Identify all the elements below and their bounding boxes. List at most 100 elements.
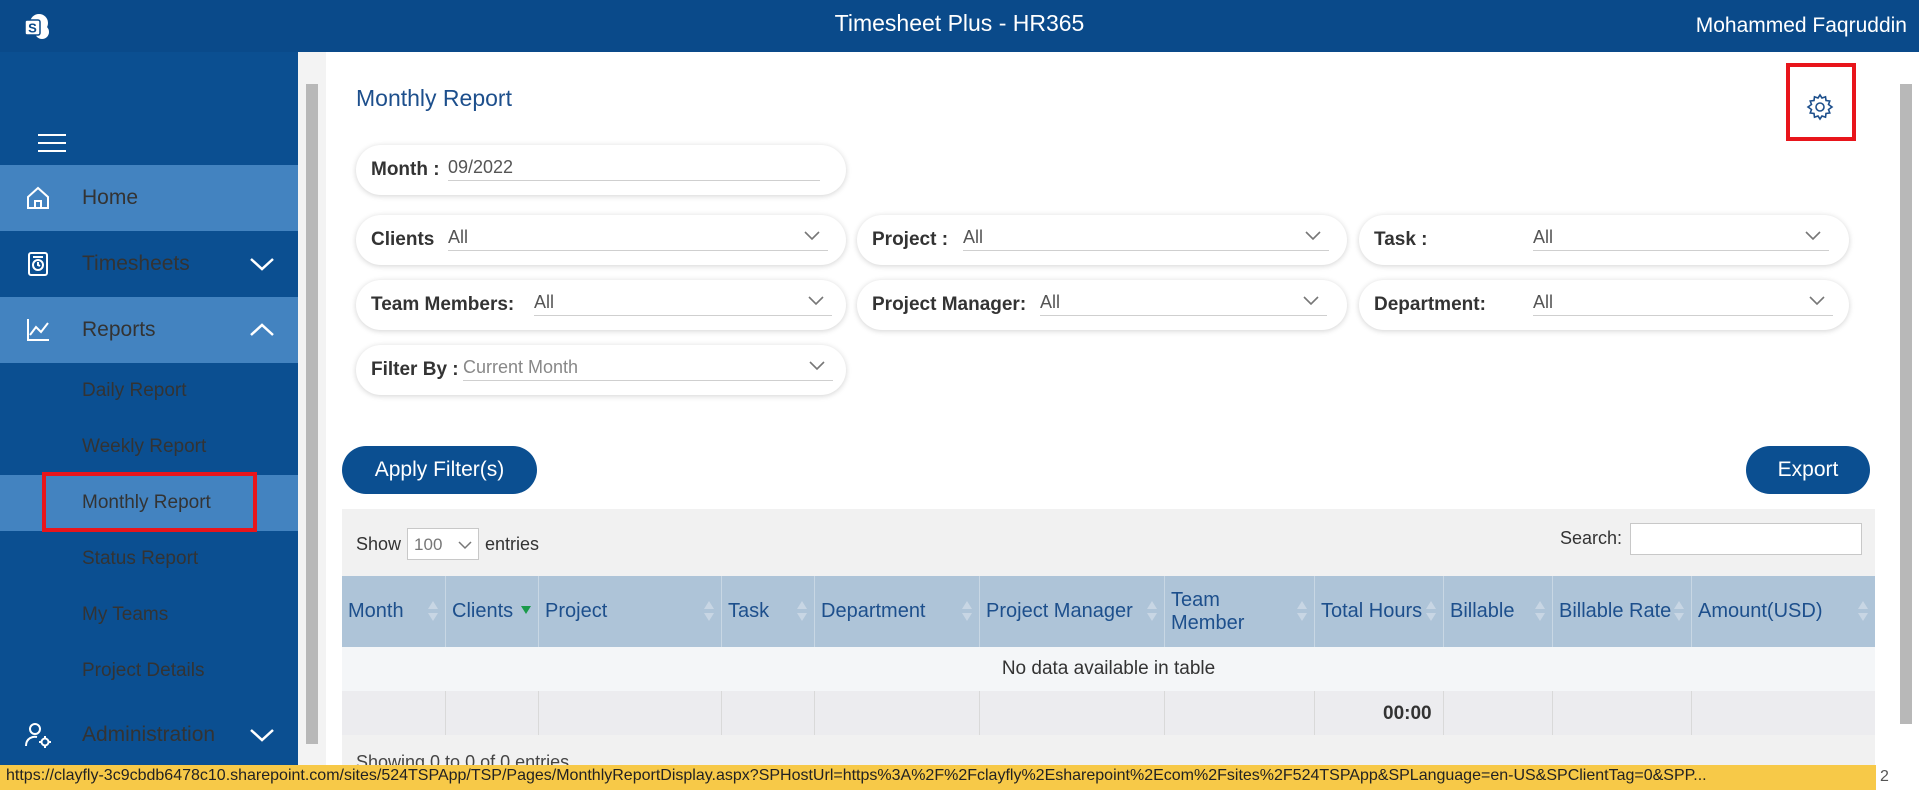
export-button[interactable]: Export (1746, 446, 1870, 494)
search-label: Search: (1560, 528, 1623, 548)
clients-select[interactable]: All (448, 225, 828, 251)
sort-icon (1426, 601, 1436, 621)
sort-icon (1535, 601, 1545, 621)
column-header-label: Clients (452, 600, 514, 622)
column-header-billable-rate[interactable]: Billable Rate (1553, 576, 1692, 647)
sort-icon (962, 601, 972, 621)
column-header-amount[interactable]: Amount(USD) (1692, 576, 1875, 647)
chevron-down-icon (1805, 231, 1821, 241)
highlight-box (42, 472, 257, 532)
column-header-label: Task (728, 600, 770, 622)
sidebar-item-project-details[interactable]: Project Details (0, 643, 298, 699)
column-header-month[interactable]: Month (342, 576, 446, 647)
column-header-label: Project Manager (986, 600, 1133, 622)
entries-length-control: Show 100 entries (356, 528, 539, 560)
sidebar-item-administration[interactable]: Administration (0, 702, 298, 768)
sidebar-item-status-report[interactable]: Status Report (0, 531, 298, 587)
chevron-down-icon (808, 296, 824, 306)
chevron-down-icon (1303, 296, 1319, 306)
filter-by-value: Current Month (463, 357, 579, 377)
apply-filters-button[interactable]: Apply Filter(s) (342, 446, 537, 494)
footer-cell (1165, 691, 1315, 735)
column-header-billable[interactable]: Billable (1444, 576, 1553, 647)
project-select[interactable]: All (963, 225, 1329, 251)
scrollbar-left[interactable] (306, 84, 318, 744)
chevron-down-icon (1305, 231, 1321, 241)
user-name[interactable]: Mohammed Faqruddin (1696, 14, 1907, 38)
highlight-box (1786, 63, 1856, 141)
month-value: 09/2022 (448, 157, 514, 177)
user-settings-icon (25, 723, 51, 748)
footer-cell (1553, 691, 1692, 735)
chevron-down-icon (458, 541, 472, 550)
month-input[interactable]: 09/2022 (448, 155, 820, 181)
team-members-value: All (534, 292, 555, 312)
empty-table-message: No data available in table (342, 647, 1875, 691)
show-label: Show (356, 533, 402, 554)
task-select[interactable]: All (1533, 225, 1829, 251)
column-header-clients[interactable]: Clients (446, 576, 539, 647)
search-input[interactable] (1630, 523, 1862, 555)
footer-cell (446, 691, 539, 735)
department-label: Department: (1374, 294, 1486, 315)
chevron-down-icon (804, 231, 820, 241)
link-preview-statusbar: https://clayfly-3c9cbdb6478c10.sharepoin… (0, 765, 1876, 790)
column-header-task[interactable]: Task (722, 576, 815, 647)
app-title: Timesheet Plus - HR365 (834, 10, 1085, 36)
sidebar-item-my-teams[interactable]: My Teams (0, 587, 298, 643)
sidebar-item-label: Home (82, 186, 139, 209)
table-header: Month Clients Project Task Department Pr… (342, 576, 1875, 647)
team-members-filter: Team Members: All (356, 280, 846, 330)
sidebar-item-reports[interactable]: Reports (0, 297, 298, 363)
department-select[interactable]: All (1533, 290, 1833, 316)
home-icon (27, 186, 49, 209)
project-value: All (963, 227, 984, 247)
hamburger-menu-icon[interactable] (38, 134, 66, 152)
column-header-label: Project (545, 600, 608, 622)
clients-label: Clients (371, 229, 435, 250)
footer-cell (539, 691, 722, 735)
column-header-project[interactable]: Project (539, 576, 722, 647)
sort-icon (1674, 601, 1684, 621)
team-members-select[interactable]: All (534, 290, 832, 316)
column-header-department[interactable]: Department (815, 576, 980, 647)
column-header-label: Team Member (1171, 588, 1245, 634)
total-hours-value: 00:00 (1383, 703, 1432, 724)
column-header-label: Department (821, 600, 926, 622)
clients-filter: Clients All (356, 215, 846, 265)
chevron-down-icon[interactable] (248, 253, 276, 275)
top-bar: S Timesheet Plus - HR365 Mohammed Faqrud… (0, 0, 1919, 52)
sidebar-item-label: Reports (82, 318, 156, 341)
footer-cell (815, 691, 980, 735)
entries-label: entries (485, 533, 540, 554)
chevron-up-icon[interactable] (248, 319, 276, 341)
scrollbar-right[interactable] (1900, 84, 1912, 724)
task-filter: Task : All (1359, 215, 1849, 265)
column-header-team-member[interactable]: Team Member (1165, 576, 1315, 647)
timesheet-icon (28, 252, 48, 276)
entries-select[interactable]: 100 (407, 528, 480, 560)
project-label: Project : (872, 229, 949, 250)
column-header-total-hours[interactable]: Total Hours (1315, 576, 1444, 647)
table-footer-totals: 00:00 (342, 691, 1875, 735)
footer-cell (1444, 691, 1553, 735)
task-label: Task : (1374, 229, 1428, 250)
page-title: Monthly Report (356, 85, 512, 111)
column-header-label: Billable Rate (1559, 600, 1672, 622)
sort-icon (797, 601, 807, 621)
filter-by-label: Filter By : (371, 359, 459, 380)
column-header-project-manager[interactable]: Project Manager (980, 576, 1165, 647)
sidebar-item-weekly-report[interactable]: Weekly Report (0, 419, 298, 475)
sidebar-item-daily-report[interactable]: Daily Report (0, 363, 298, 419)
sidebar-item-timesheets[interactable]: Timesheets (0, 231, 298, 297)
sort-icon (1858, 601, 1868, 621)
team-members-label: Team Members: (371, 294, 515, 315)
chart-icon (27, 319, 49, 341)
filter-by-select[interactable]: Current Month (463, 355, 833, 381)
department-filter: Department: All (1359, 280, 1849, 330)
chevron-down-icon[interactable] (248, 724, 276, 746)
project-manager-select[interactable]: All (1040, 290, 1327, 316)
entries-value: 100 (414, 535, 443, 554)
sidebar-item-home[interactable]: Home (0, 165, 298, 231)
filter-by-filter: Filter By : Current Month (356, 345, 846, 395)
